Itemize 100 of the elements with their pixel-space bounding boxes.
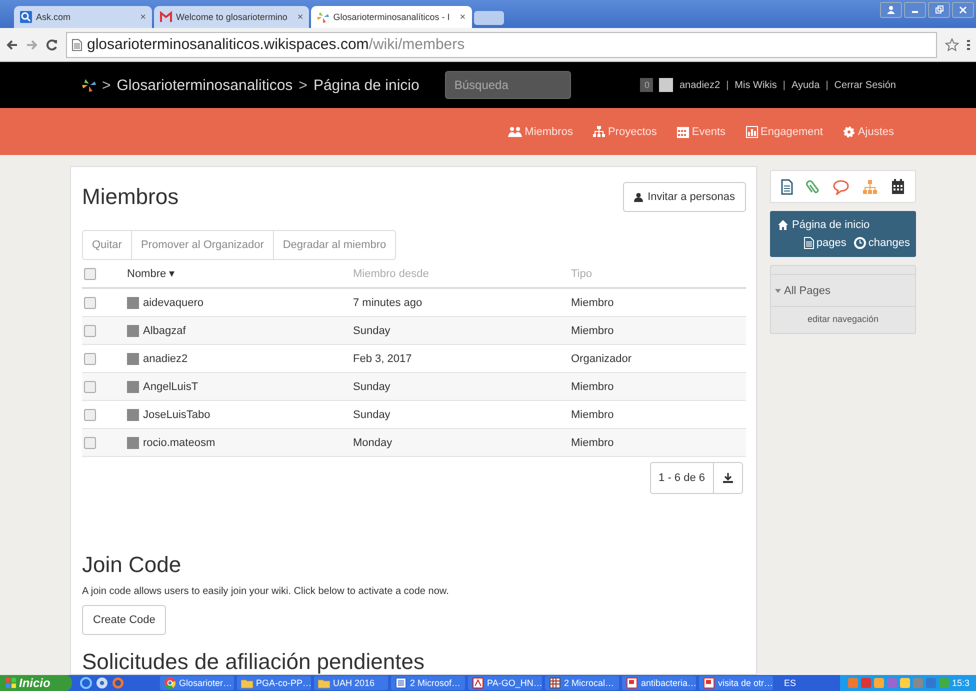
breadcrumb-separator: > <box>102 76 111 94</box>
select-all-checkbox[interactable] <box>84 268 96 280</box>
reload-icon[interactable] <box>46 38 58 50</box>
person-icon <box>634 192 643 202</box>
address-bar[interactable]: glosarioterminosanaliticos.wikispaces.com/wiki/members <box>66 32 937 58</box>
menu-icon[interactable] <box>967 38 970 50</box>
taskbar-button[interactable]: PA-GO_HN… <box>468 676 542 690</box>
hierarchy-icon[interactable] <box>862 178 878 194</box>
link-separator: | <box>726 80 729 90</box>
browser-icon[interactable] <box>80 677 92 689</box>
table-cell-text: Monday <box>353 436 394 448</box>
row-checkbox[interactable] <box>84 380 96 392</box>
user-avatar-icon <box>127 380 139 392</box>
action-button[interactable]: Promover al Organizador <box>130 230 274 260</box>
calendar-icon[interactable] <box>890 178 905 194</box>
taskbar-button[interactable]: antibacteria… <box>622 676 696 690</box>
close-icon[interactable] <box>958 5 968 15</box>
breadcrumb-link[interactable]: Glosarioterminosanaliticos <box>116 76 293 94</box>
member-name[interactable]: JoseLuisTabo <box>143 408 210 420</box>
action-button[interactable]: Quitar <box>82 230 132 260</box>
member-name[interactable]: Albagzaf <box>143 324 186 336</box>
taskbar-button[interactable]: 2 Microcal… <box>545 676 619 690</box>
new-tab-button[interactable] <box>474 11 504 25</box>
comment-icon[interactable] <box>832 178 849 194</box>
chart-icon <box>746 126 758 138</box>
create-code-button[interactable]: Create Code <box>82 605 166 636</box>
star-icon[interactable] <box>945 38 959 52</box>
header-link[interactable]: Ayuda <box>792 80 820 90</box>
member-name[interactable]: anadiez2 <box>143 352 188 364</box>
taskbar-button[interactable]: PGA-co-PP… <box>237 676 311 690</box>
restore-icon[interactable] <box>934 5 944 15</box>
taskbar-button[interactable]: Glosarioter… <box>160 676 234 690</box>
browser-tab[interactable]: Glosarioterminosanalíticos - I × <box>311 6 472 28</box>
browser-tab[interactable]: Ask.com × <box>14 6 152 28</box>
taskbar-button[interactable]: UAH 2016 <box>314 676 388 690</box>
forward-icon[interactable] <box>26 38 38 50</box>
user-avatar-icon <box>659 78 674 92</box>
table-cell-text: Miembro <box>571 324 615 336</box>
table-cell-text: Sunday <box>353 408 392 420</box>
close-tab-icon[interactable]: × <box>454 12 466 22</box>
notification-count[interactable]: 0 <box>640 78 654 92</box>
header-link[interactable]: Cerrar Sesión <box>834 80 896 90</box>
section-title: Solicitudes de afiliación pendientes <box>82 649 426 675</box>
table-cell-text: 7 minutes ago <box>353 296 424 308</box>
action-button[interactable]: Degradar al miembro <box>272 230 396 260</box>
gear-icon <box>842 126 855 138</box>
document-icon <box>472 677 484 689</box>
section-title: Join Code <box>82 552 182 578</box>
sidebar-link[interactable]: pages <box>804 237 846 249</box>
row-checkbox[interactable] <box>84 296 96 308</box>
edit-navigation-link[interactable]: editar navegación <box>771 307 915 333</box>
row-checkbox[interactable] <box>84 436 96 448</box>
invite-button[interactable]: Invitar a personas <box>622 182 746 212</box>
language-indicator[interactable]: ES <box>776 678 804 688</box>
clock-time: 15:3 <box>952 678 970 688</box>
member-name[interactable]: rocio.mateosm <box>143 436 216 448</box>
paperclip-icon[interactable] <box>806 178 820 194</box>
table-cell-text: Sunday <box>353 380 392 392</box>
media-icon[interactable] <box>96 677 108 689</box>
column-header[interactable]: Nombre ▾ <box>127 267 353 280</box>
browser-tab[interactable]: Welcome to glosariotermino × <box>154 6 310 28</box>
breadcrumb-link[interactable]: Página de inicio <box>313 76 420 94</box>
search-field[interactable]: Búsqueda <box>445 71 572 99</box>
page-icon <box>804 237 814 249</box>
user-avatar-icon <box>127 324 139 336</box>
row-checkbox[interactable] <box>84 408 96 420</box>
back-icon[interactable] <box>6 38 18 50</box>
spreadsheet-icon <box>549 677 561 689</box>
people-icon <box>508 126 522 138</box>
pinwheel-logo-icon <box>82 78 96 92</box>
home-icon <box>778 220 788 230</box>
taskbar-button[interactable]: 2 Microsof… <box>391 676 465 690</box>
row-checkbox[interactable] <box>84 352 96 364</box>
search-icon <box>20 11 32 23</box>
navigation-heading[interactable]: All Pages <box>784 284 830 296</box>
header-link[interactable]: anadiez2 <box>679 80 720 90</box>
user-icon[interactable] <box>886 5 896 15</box>
member-name[interactable]: aidevaquero <box>143 296 204 308</box>
close-tab-icon[interactable]: × <box>291 12 304 22</box>
table-cell-text: Miembro <box>571 436 615 448</box>
user-avatar-icon <box>127 296 139 308</box>
link-separator: | <box>826 80 828 90</box>
pagination-info: 1 - 6 de 6 <box>658 472 706 484</box>
windows-logo-icon <box>6 678 16 688</box>
caret-icon <box>775 288 781 292</box>
close-tab-icon[interactable]: × <box>134 12 146 22</box>
document-icon[interactable] <box>781 178 794 194</box>
member-name[interactable]: AngelLuisT <box>143 380 198 392</box>
taskbar-button[interactable]: visita de otr… <box>699 676 773 690</box>
clock-icon <box>854 237 866 249</box>
folder-icon <box>241 677 253 689</box>
start-button[interactable]: Inicio <box>0 675 72 691</box>
sidebar-link[interactable]: changes <box>854 237 910 249</box>
row-checkbox[interactable] <box>84 324 96 336</box>
calendar-icon <box>676 126 689 138</box>
link-separator: | <box>782 80 786 90</box>
table-cell-text: Miembro <box>571 380 615 392</box>
user-avatar-icon <box>127 436 139 448</box>
header-link[interactable]: Mis Wikis <box>734 80 777 90</box>
home-link[interactable]: Página de inicio <box>792 219 870 231</box>
